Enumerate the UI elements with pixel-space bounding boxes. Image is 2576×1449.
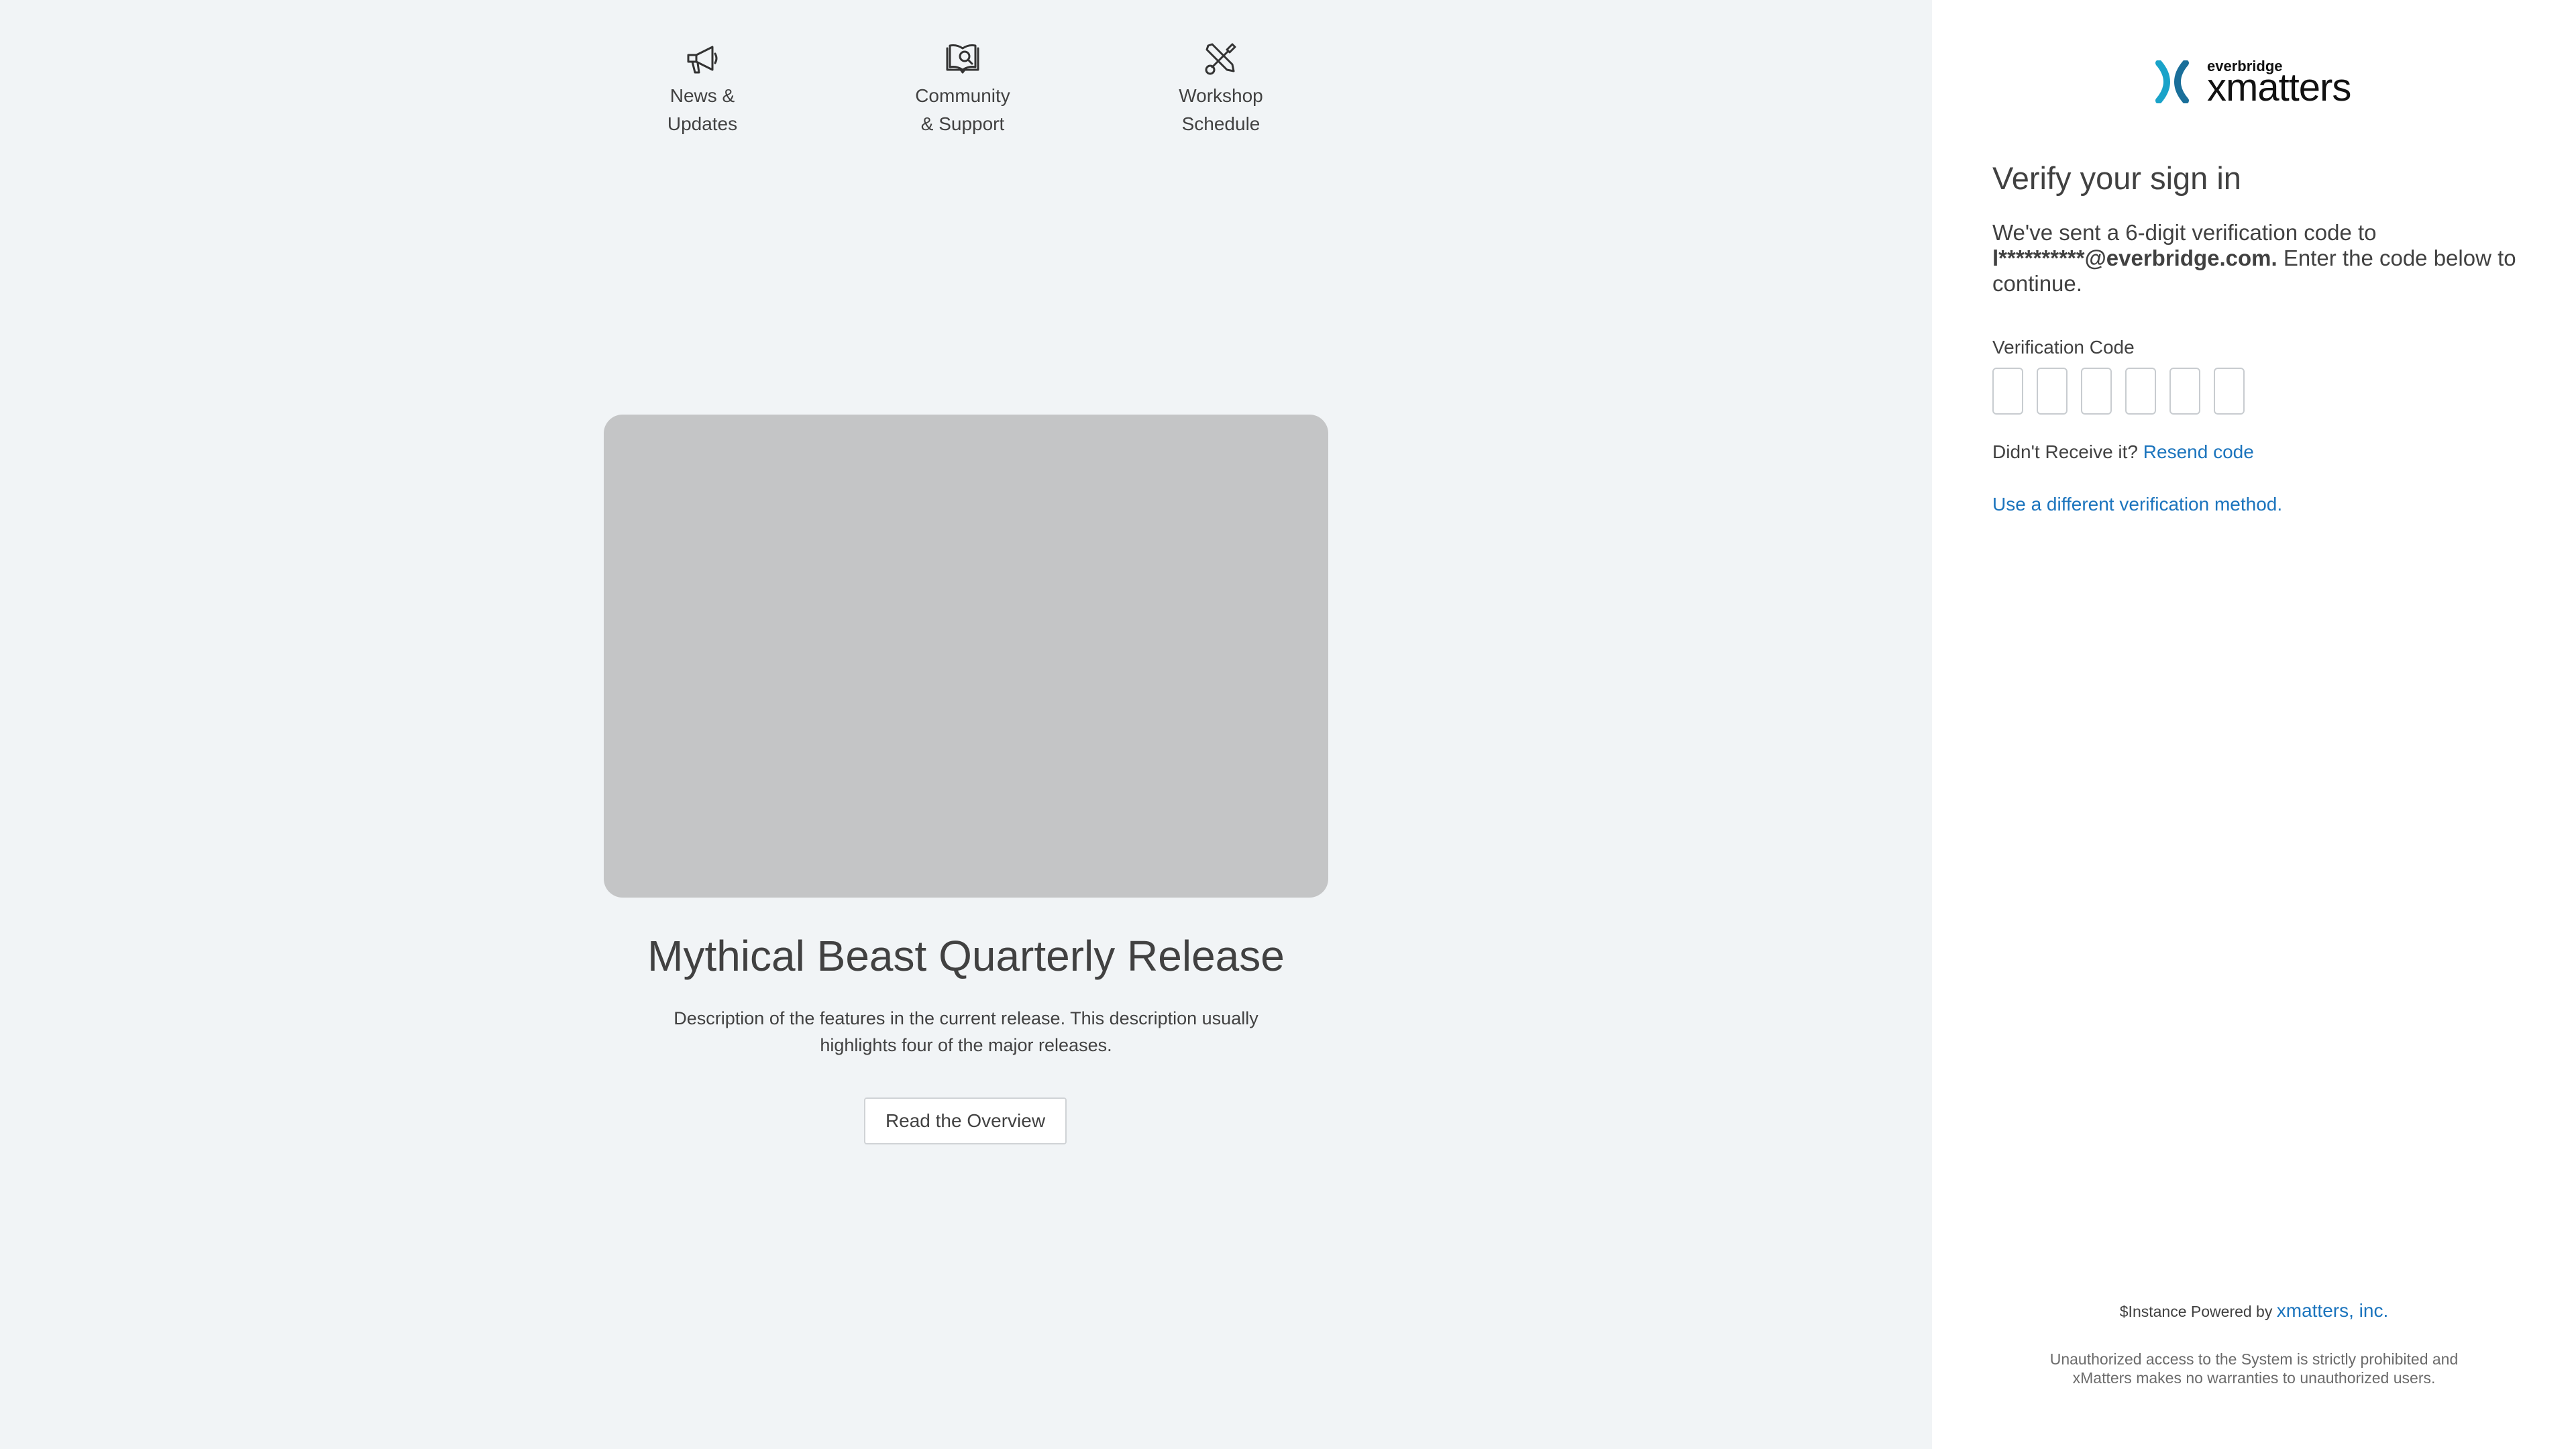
resend-row: Didn't Receive it? Resend code [1992,440,2254,464]
code-digit-input[interactable] [2081,368,2112,415]
release-title: Mythical Beast Quarterly Release [647,932,1285,980]
code-digit-input[interactable] [2037,368,2068,415]
quick-link-label: News & Updates [667,85,738,134]
xmatters-logo: everbridge xmatters [2155,55,2363,109]
quick-link-workshop-schedule[interactable]: Workshop Schedule [1134,40,1308,138]
quick-link-label: Workshop Schedule [1179,85,1263,134]
quick-links: News & Updates Community & Support Works… [0,40,1932,148]
powered-prefix: $Instance Powered by [2119,1303,2273,1320]
resend-prefix: Didn't Receive it? [1992,441,2138,462]
book-search-icon [946,44,979,74]
sign-in-panel: everbridge xmatters Verify your sign in … [1932,0,2576,1449]
different-verification-method-link[interactable]: Use a different verification method. [1992,494,2282,515]
main-content: News & Updates Community & Support Works… [0,0,1932,1449]
logo-xmatters-text: xmatters [2207,66,2351,109]
megaphone-icon [687,46,718,74]
verify-instructions: We've sent a 6-digit verification code t… [1992,220,2529,297]
code-digit-input[interactable] [2214,368,2245,415]
alt-method-row: Use a different verification method. [1992,492,2282,517]
read-overview-button[interactable]: Read the Overview [864,1097,1067,1144]
legal-notice: Unauthorized access to the System is str… [2049,1350,2459,1387]
release-image-placeholder [604,415,1328,898]
powered-by: $Instance Powered by xmatters, inc. [1932,1299,2576,1324]
quick-link-label: Community & Support [915,85,1010,134]
verification-code-label: Verification Code [1992,337,2135,358]
xmatters-inc-link[interactable]: xmatters, inc. [2277,1300,2388,1321]
code-digit-input[interactable] [1992,368,2023,415]
instructions-prefix: We've sent a 6-digit verification code t… [1992,220,2377,245]
code-digit-input[interactable] [2125,368,2156,415]
masked-email: l**********@everbridge.com. [1992,246,2277,270]
verify-title: Verify your sign in [1992,160,2241,196]
xmatters-mark-icon [2155,60,2189,103]
resend-code-link[interactable]: Resend code [2143,441,2254,462]
quick-link-news-updates[interactable]: News & Updates [615,40,790,138]
tools-icon [1205,43,1236,75]
code-digit-input[interactable] [2169,368,2200,415]
release-description: Description of the features in the curre… [674,1008,1258,1055]
quick-link-community-support[interactable]: Community & Support [875,40,1050,138]
